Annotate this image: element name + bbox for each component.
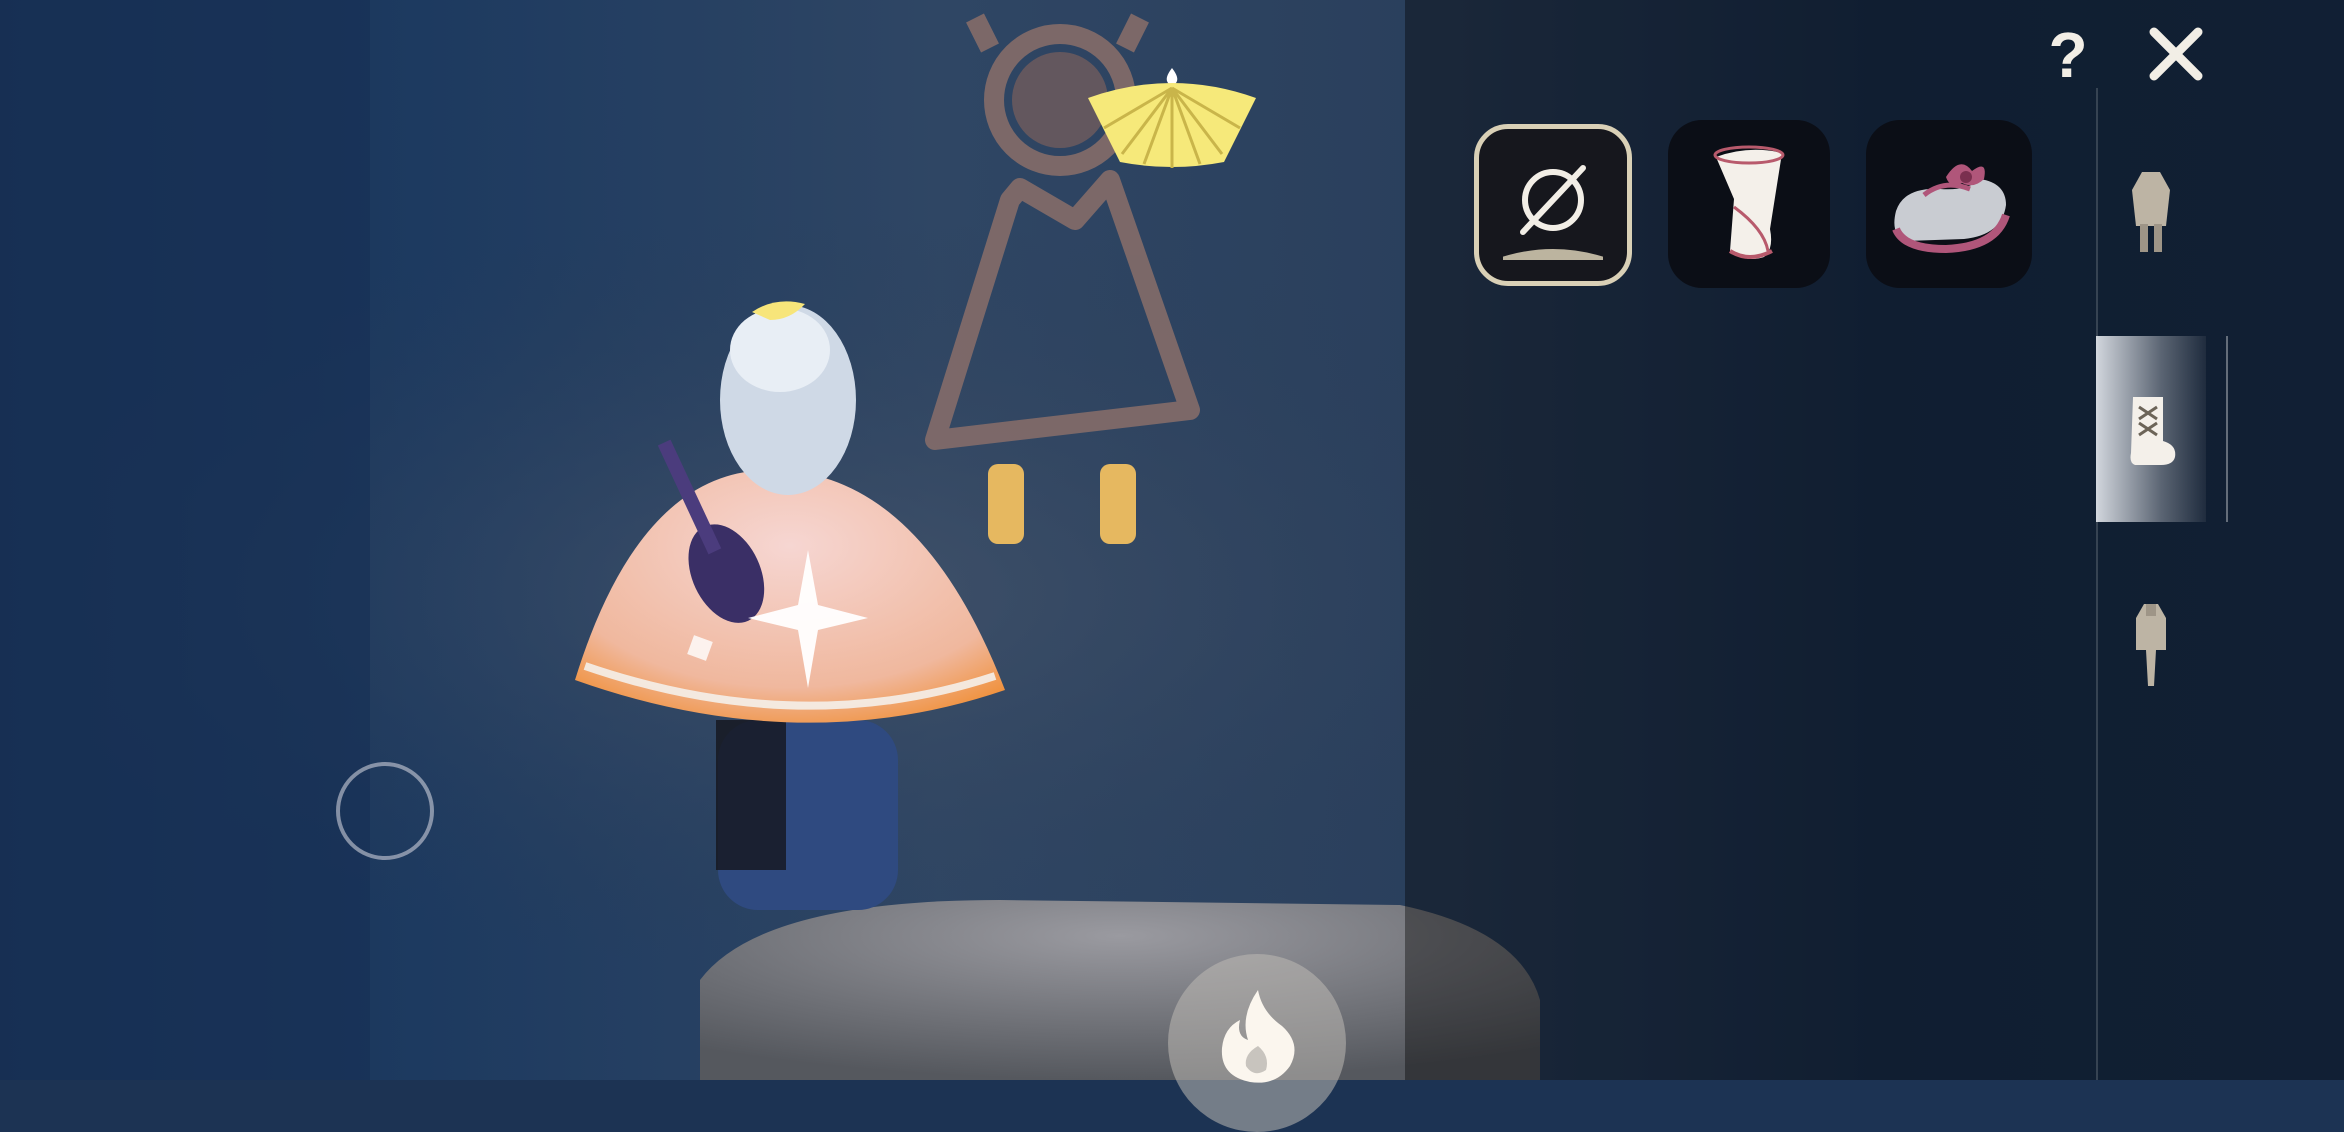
- help-button[interactable]: ?: [2040, 20, 2096, 90]
- active-tab-rule: [2226, 336, 2228, 522]
- ribbon-shoe-icon: [1892, 164, 2010, 254]
- none-slash-icon: [1503, 165, 1603, 260]
- outfit-icon: [2132, 172, 2170, 252]
- item-option-boot-sock[interactable]: [1668, 120, 1830, 288]
- close-button[interactable]: [2144, 22, 2208, 86]
- boot-sock-icon: [1713, 145, 1785, 259]
- boots-icon: [2130, 397, 2176, 465]
- flame-action-button[interactable]: [1168, 954, 1346, 1132]
- item-option-none[interactable]: [1474, 124, 1632, 286]
- tab-outfit[interactable]: [2096, 118, 2206, 304]
- item-option-ribbon-shoe[interactable]: [1866, 120, 2032, 288]
- tab-boots[interactable]: [2096, 336, 2206, 522]
- flame-icon: [1221, 990, 1295, 1083]
- movement-joystick[interactable]: [336, 762, 434, 860]
- cape-wing-fan-icon: [1088, 68, 1256, 168]
- pants-icon: [2136, 604, 2166, 686]
- help-label: ?: [2048, 19, 2088, 91]
- close-icon: [2149, 27, 2203, 81]
- tab-pants[interactable]: [2096, 552, 2206, 738]
- cape-energy-indicator: [1084, 58, 1260, 168]
